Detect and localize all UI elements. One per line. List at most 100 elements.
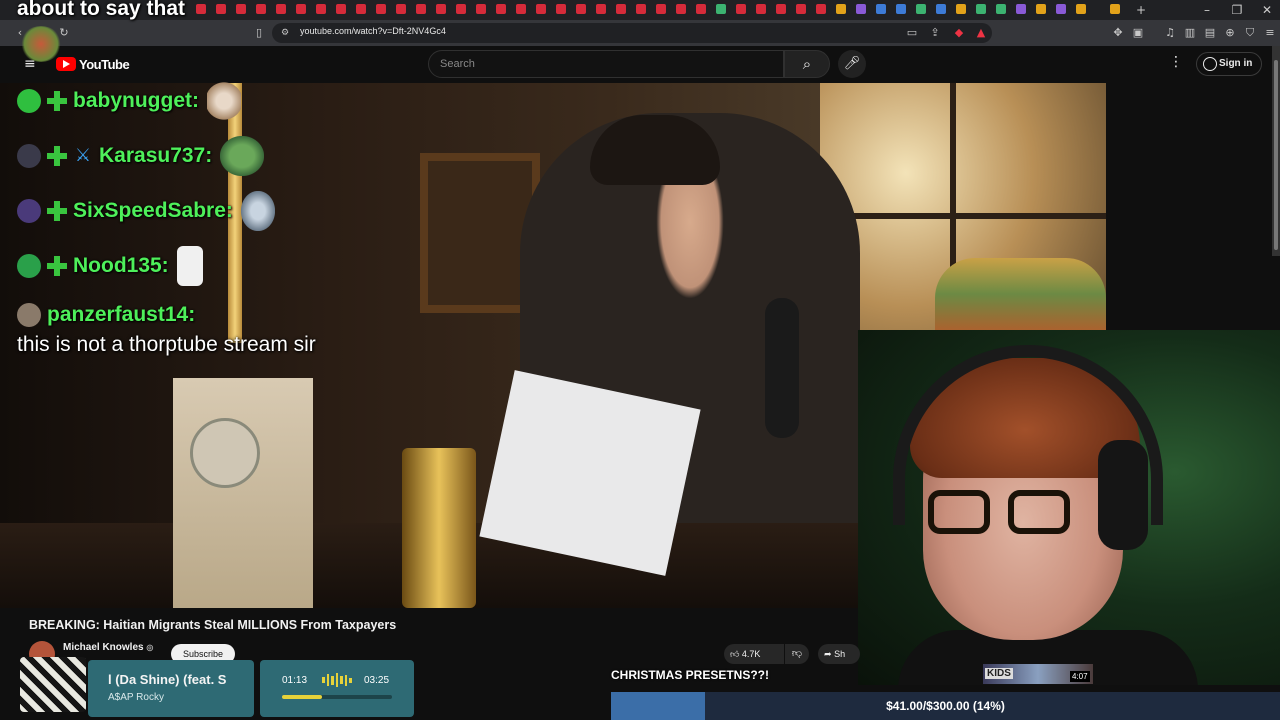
tab-favicon[interactable]: [836, 4, 846, 14]
rewards-icon[interactable]: ▲: [973, 25, 989, 41]
like-count: 4.7K: [741, 649, 761, 659]
tab-favicon[interactable]: [1056, 4, 1066, 14]
tab-favicon[interactable]: [776, 4, 786, 14]
tab-favicon[interactable]: [856, 4, 866, 14]
tab-favicon[interactable]: [516, 4, 526, 14]
share-icon: ➦: [824, 650, 832, 660]
site-info-icon[interactable]: ⚙: [278, 25, 292, 39]
brave-shield-icon[interactable]: ◆: [951, 25, 967, 41]
tab-favicon[interactable]: [596, 4, 606, 14]
headset-earcup: [1098, 440, 1148, 550]
tab-favicon[interactable]: [976, 4, 986, 14]
cat-emote-icon: [207, 81, 241, 121]
chat-line: panzerfaust14:: [17, 299, 195, 331]
tab-favicon[interactable]: [476, 4, 486, 14]
tab-favicon[interactable]: [996, 4, 1006, 14]
tab-favicon[interactable]: [956, 4, 966, 14]
cast-icon[interactable]: ▭: [904, 25, 920, 41]
tab-favicon[interactable]: [936, 4, 946, 14]
close-window-button[interactable]: ✕: [1252, 0, 1280, 20]
tab-favicon[interactable]: [796, 4, 806, 14]
tab-favicon[interactable]: [416, 4, 426, 14]
media-icon[interactable]: ♫: [1162, 25, 1178, 41]
page-scrollbar-thumb[interactable]: [1274, 60, 1278, 250]
tab-favicon[interactable]: [256, 4, 266, 14]
tab-favicon[interactable]: [736, 4, 746, 14]
tab-favicon[interactable]: [876, 4, 886, 14]
tab-favicon[interactable]: [316, 4, 326, 14]
search-icon[interactable]: ⌕: [784, 50, 830, 78]
tab-favicon[interactable]: [356, 4, 366, 14]
tab-favicon[interactable]: [336, 4, 346, 14]
tab-favicon[interactable]: [636, 4, 646, 14]
tab-favicon[interactable]: [456, 4, 466, 14]
time-total: 03:25: [364, 675, 390, 686]
face-emote-icon: [176, 246, 203, 286]
extension-icon[interactable]: ▣: [1130, 25, 1146, 41]
tab-favicon[interactable]: [216, 4, 226, 14]
tab-favicon[interactable]: [576, 4, 586, 14]
minimize-button[interactable]: –: [1192, 0, 1222, 20]
microphone-icon[interactable]: 🎤︎: [838, 50, 866, 78]
tab-favicon[interactable]: [556, 4, 566, 14]
video-cigar-emblem: [190, 418, 260, 488]
tab-favicon[interactable]: [396, 4, 406, 14]
chat-username: Nood135:: [73, 254, 169, 277]
tab-favicon[interactable]: [276, 4, 286, 14]
sidebar-icon[interactable]: ▥: [1182, 25, 1198, 41]
more-options-icon[interactable]: ⋮: [1168, 54, 1184, 74]
tab-favicon[interactable]: [916, 4, 926, 14]
vpn-icon[interactable]: ⊕: [1222, 25, 1238, 41]
sign-in-button[interactable]: Sign in: [1196, 52, 1262, 76]
tab-favicon[interactable]: [756, 4, 766, 14]
tab-favicon[interactable]: [376, 4, 386, 14]
verified-icon: ◎: [146, 643, 154, 652]
donation-goal-bar: $41.00/$300.00 (14%): [611, 692, 1280, 720]
like-button[interactable]: 👍︎ 4.7K: [724, 644, 784, 664]
tab-favicon[interactable]: [1036, 4, 1046, 14]
wallet-icon[interactable]: ▤: [1202, 25, 1218, 41]
video-cigar-box: [173, 378, 313, 608]
playback-timer-card: [260, 660, 414, 717]
address-bar[interactable]: ⚙ youtube.com/watch?v=Dft-2NV4Gc4: [272, 23, 992, 43]
maximize-button[interactable]: ❐: [1222, 0, 1252, 20]
tab-favicon[interactable]: [656, 4, 666, 14]
tab-favicon[interactable]: [1016, 4, 1026, 14]
tab-favicon[interactable]: [536, 4, 546, 14]
new-tab-button[interactable]: +: [1126, 0, 1156, 20]
browser-toolbar: ‹ › ↻ ▯ ⚙ youtube.com/watch?v=Dft-2NV4Gc…: [0, 20, 1280, 46]
tab-favicon[interactable]: [436, 4, 446, 14]
url-text: youtube.com/watch?v=Dft-2NV4Gc4: [300, 26, 446, 36]
tab-favicon[interactable]: [896, 4, 906, 14]
menu-icon[interactable]: ≡: [1262, 25, 1278, 41]
tab-favicon[interactable]: [196, 4, 206, 14]
tab-favicon[interactable]: [676, 4, 686, 14]
search-input[interactable]: Search: [428, 50, 784, 78]
tab-favicon[interactable]: [296, 4, 306, 14]
frog-emote-icon: [220, 136, 265, 176]
youtube-logo[interactable]: YouTube: [56, 54, 130, 74]
tab-favicon[interactable]: [816, 4, 826, 14]
share-page-icon[interactable]: ⇪: [927, 25, 943, 41]
tab-favicon[interactable]: [496, 4, 506, 14]
tab-favicon[interactable]: [1076, 4, 1086, 14]
extensions-icon[interactable]: ✥: [1110, 25, 1126, 41]
time-elapsed: 01:13: [282, 675, 308, 686]
share-button[interactable]: ➦ Sh: [818, 644, 860, 664]
tab-favicon[interactable]: [236, 4, 246, 14]
bookmark-icon[interactable]: ▯: [251, 25, 267, 41]
video-microphone: [765, 298, 799, 438]
video-title: BREAKING: Haitian Migrants Steal MILLION…: [29, 618, 397, 632]
album-art: [20, 657, 86, 712]
active-tab-favicon[interactable]: [1110, 4, 1120, 14]
dislike-button[interactable]: 👎︎: [785, 644, 809, 664]
now-playing-card: [88, 660, 254, 717]
tab-favicon[interactable]: [616, 4, 626, 14]
shield-icon[interactable]: ⛉: [1242, 25, 1258, 41]
streamer-emote-avatar: [20, 26, 62, 62]
tab-favicon[interactable]: [696, 4, 706, 14]
channel-name[interactable]: Michael Knowles ◎: [63, 642, 153, 653]
chat-line: babynugget:: [17, 81, 241, 121]
sub-badge-icon: [47, 256, 67, 276]
tab-favicon[interactable]: [716, 4, 726, 14]
